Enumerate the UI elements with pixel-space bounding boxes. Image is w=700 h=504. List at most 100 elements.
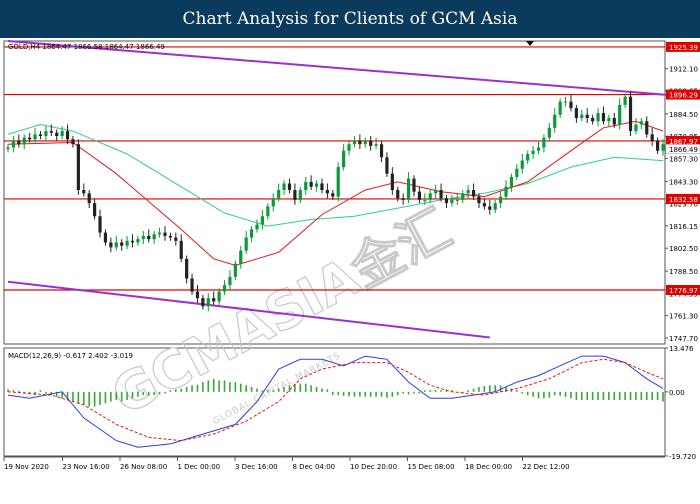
macd-histogram-bar: [223, 380, 226, 392]
candle-body: [374, 144, 378, 146]
candle-body: [249, 229, 254, 238]
candle-body: [6, 147, 10, 150]
macd-histogram-bar: [196, 384, 199, 392]
macd-histogram-bar: [548, 391, 551, 398]
macd-histogram-bar: [218, 380, 220, 392]
candle-body: [44, 131, 48, 136]
candle-body: [120, 242, 124, 246]
candle-body: [201, 298, 205, 307]
x-tick-label: 19 Nov 2020: [4, 463, 49, 471]
candle-body: [655, 140, 660, 151]
candle-body: [287, 183, 292, 191]
macd-histogram-bar: [158, 391, 161, 395]
candle-body: [298, 190, 302, 200]
macd-histogram-bar: [526, 391, 529, 396]
macd-histogram-bar: [581, 391, 583, 400]
macd-histogram-bar: [191, 385, 193, 392]
candle-body: [482, 203, 486, 207]
macd-histogram-bar: [126, 391, 128, 400]
candle-body: [342, 150, 346, 168]
candle-body: [239, 250, 243, 264]
candle-body: [179, 240, 183, 259]
macd-histogram-bar: [39, 390, 42, 392]
chart-frame: GCMASIA金汇 GLOBAL CAPITAL MARKETS 1912.10 1…: [0, 38, 700, 500]
candle-body: [417, 191, 422, 200]
candle-body: [33, 134, 37, 140]
macd-histogram-bar: [532, 391, 534, 397]
candle-body: [547, 127, 551, 138]
candle-body: [412, 178, 416, 192]
candle-body: [49, 131, 53, 133]
chart-svg: GCMASIA金汇GLOBAL CAPITAL MARKETS 1912.101…: [3, 40, 700, 471]
macd-histogram-bar: [494, 385, 496, 392]
macd-histogram-bar: [283, 386, 285, 392]
macd-histogram-bar: [88, 391, 90, 407]
candle-body: [17, 140, 21, 145]
candle-body: [206, 298, 210, 307]
candle-body: [591, 117, 595, 122]
candle-body: [558, 101, 562, 115]
macd-histogram-bar: [472, 388, 475, 392]
macd-histogram-bar: [261, 390, 264, 392]
macd-histogram-bar: [337, 391, 340, 396]
candle-body: [174, 237, 178, 241]
macd-histogram-bar: [115, 391, 118, 400]
candle-body: [531, 150, 535, 155]
candle-body: [314, 183, 319, 187]
macd-histogram-bar: [353, 391, 356, 397]
candle-body: [222, 285, 227, 292]
macd-histogram-bar: [72, 391, 74, 402]
macd-histogram-bar: [645, 391, 648, 400]
candle-body: [185, 258, 189, 279]
candle-body: [450, 199, 454, 204]
candle-body: [639, 121, 643, 125]
candle-body: [22, 137, 26, 145]
candle-body: [369, 140, 373, 146]
macd-histogram-bar: [304, 383, 307, 392]
candle-body: [612, 117, 616, 125]
y-tick-label: 1761.30: [669, 313, 698, 321]
candle-body: [645, 121, 649, 135]
candle-body: [493, 203, 497, 210]
candle-body: [536, 147, 541, 151]
macd-histogram-bar: [131, 391, 134, 399]
candle-body: [11, 140, 16, 148]
candle-body: [379, 144, 384, 158]
candle-body: [136, 239, 140, 243]
candle-body: [277, 190, 281, 199]
macd-histogram-bar: [656, 391, 659, 400]
candle-body: [623, 96, 627, 105]
candle-body: [244, 237, 248, 251]
macd-histogram-bar: [180, 388, 183, 392]
macd-histogram-bar: [342, 391, 345, 396]
macd-histogram-bar: [18, 390, 20, 392]
candle-body: [569, 101, 573, 109]
candle-body: [434, 190, 438, 194]
candle-body: [125, 240, 129, 246]
macd-histogram-bar: [662, 391, 664, 402]
macd-histogram-bar: [402, 391, 404, 394]
x-tick-label: 3 Dec 16:00: [235, 463, 278, 471]
candle-body: [152, 234, 156, 240]
y-tick-label: 1857.30: [669, 155, 698, 163]
candle-body: [212, 298, 216, 302]
macd-histogram-bar: [45, 391, 47, 394]
macd-histogram-bar: [613, 391, 616, 400]
candle-body: [38, 134, 43, 136]
candle-body: [320, 183, 324, 191]
macd-histogram-bar: [77, 391, 80, 404]
macd-histogram-bar: [245, 385, 247, 392]
macd-histogram-bar: [137, 391, 139, 397]
candle-body: [293, 190, 297, 200]
candle-body: [87, 193, 91, 204]
macd-histogram-bar: [386, 391, 388, 398]
macd-histogram-bar: [147, 391, 150, 396]
candle-body: [130, 240, 135, 243]
macd-histogram-bar: [175, 389, 177, 392]
macd-histogram-bar: [516, 390, 518, 392]
y-tick-label: 1843.30: [669, 178, 698, 186]
macd-histogram-bar: [93, 391, 96, 407]
macd-histogram-bar: [359, 391, 361, 397]
candle-body: [147, 235, 151, 240]
candle-body: [428, 193, 432, 200]
